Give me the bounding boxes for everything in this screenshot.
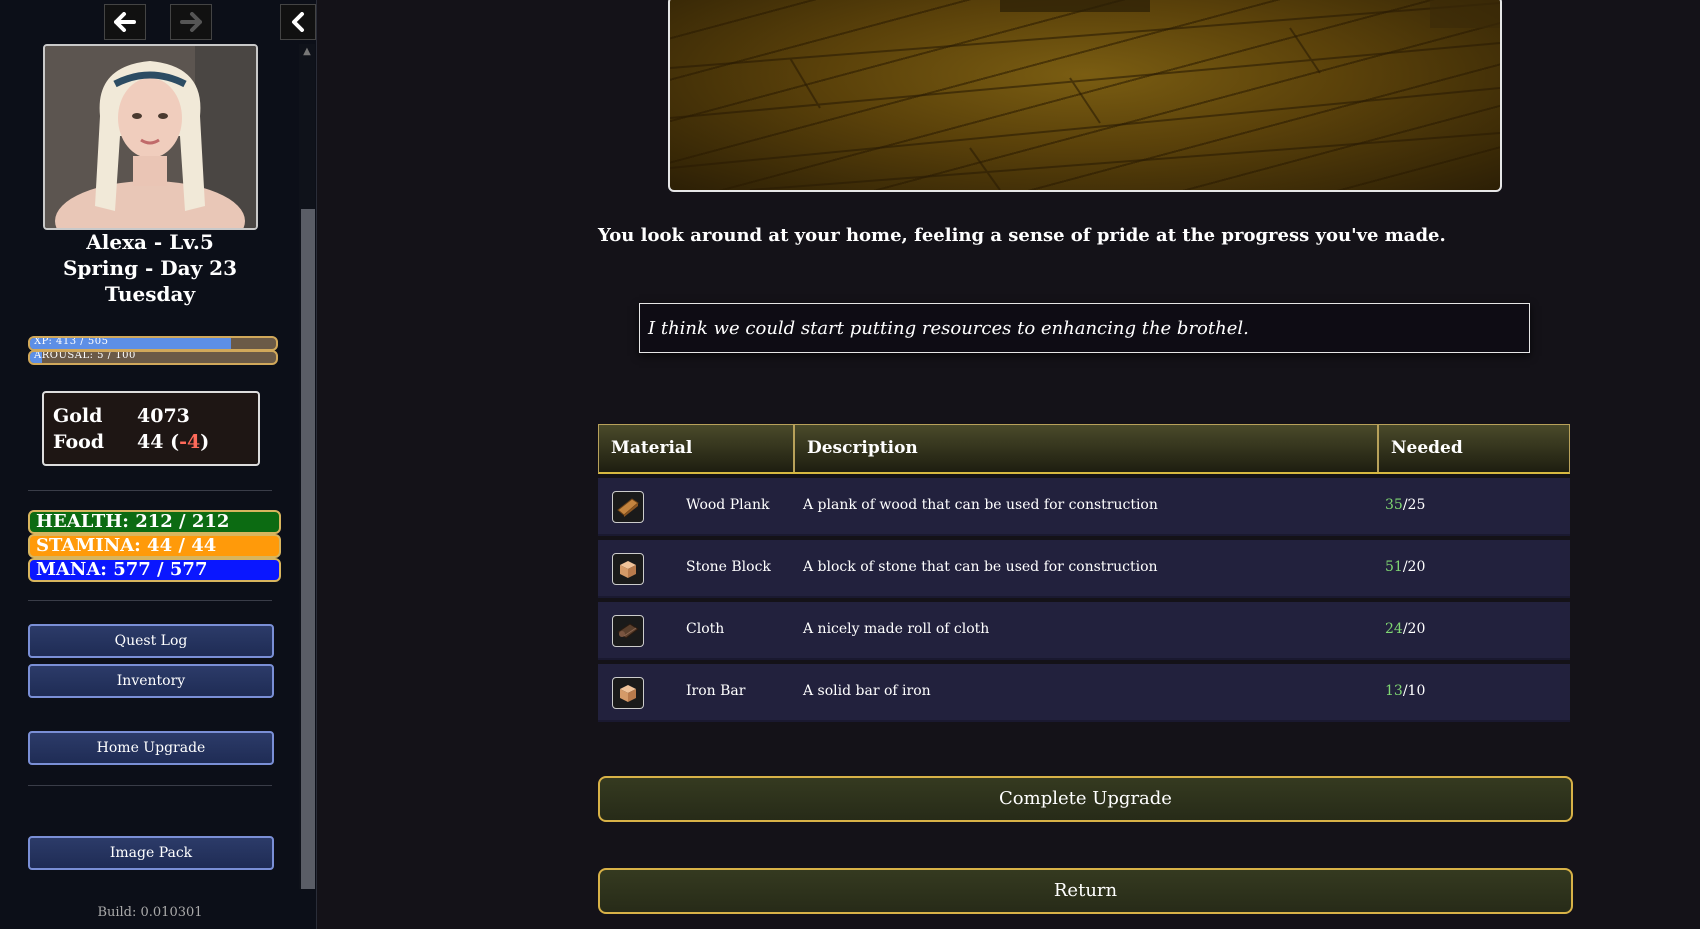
material-description: A block of stone that can be used for co… bbox=[803, 559, 1158, 575]
material-name: Cloth bbox=[686, 621, 725, 637]
stamina-bar: STAMINA: 44 / 44 bbox=[28, 534, 281, 558]
materials-table: Material Description Needed Wood Plank A… bbox=[598, 424, 1570, 722]
table-row: Cloth A nicely made roll of cloth 24/20 bbox=[598, 602, 1570, 660]
material-description: A plank of wood that can be used for con… bbox=[803, 497, 1158, 513]
image-pack-button[interactable]: Image Pack bbox=[28, 836, 274, 870]
iron-bar-icon bbox=[612, 677, 644, 709]
material-description: A solid bar of iron bbox=[803, 683, 931, 699]
back-button[interactable] bbox=[104, 4, 146, 40]
material-name: Iron Bar bbox=[686, 683, 746, 699]
return-button[interactable]: Return bbox=[598, 868, 1573, 914]
material-have: 35 bbox=[1385, 497, 1403, 513]
build-version: Build: 0.010301 bbox=[97, 905, 203, 920]
scroll-up-arrow-icon[interactable]: ▲ bbox=[299, 44, 315, 60]
material-need: /10 bbox=[1402, 683, 1426, 699]
material-have: 24 bbox=[1385, 621, 1403, 637]
gold-label: Gold bbox=[53, 405, 103, 427]
inventory-button[interactable]: Inventory bbox=[28, 664, 274, 698]
cloth-icon bbox=[612, 615, 644, 647]
divider bbox=[28, 785, 272, 786]
complete-upgrade-button[interactable]: Complete Upgrade bbox=[598, 776, 1573, 822]
arousal-bar: AROUSAL: 5 / 100 bbox=[28, 350, 278, 365]
health-bar: HEALTH: 212 / 212 bbox=[28, 510, 281, 534]
scrollbar-thumb[interactable] bbox=[301, 209, 315, 889]
divider bbox=[28, 490, 272, 491]
stone-block-icon bbox=[612, 553, 644, 585]
food-label: Food bbox=[53, 431, 105, 453]
home-upgrade-button[interactable]: Home Upgrade bbox=[28, 731, 274, 765]
material-need: /20 bbox=[1402, 621, 1426, 637]
material-need: /25 bbox=[1402, 497, 1426, 513]
divider bbox=[28, 600, 272, 601]
portrait-illustration bbox=[45, 46, 256, 228]
material-have: 13 bbox=[1385, 683, 1403, 699]
table-row: Stone Block A block of stone that can be… bbox=[598, 540, 1570, 598]
scene-image bbox=[668, 0, 1502, 192]
food-paren-close: ) bbox=[200, 431, 210, 453]
xp-bar-label: XP: 413 / 505 bbox=[34, 336, 109, 347]
material-needed: 51/20 bbox=[1385, 559, 1425, 575]
arrow-left-icon bbox=[114, 12, 136, 32]
sidebar-scrollbar[interactable]: ▲ bbox=[299, 44, 315, 889]
material-name: Stone Block bbox=[686, 559, 771, 575]
table-row: Wood Plank A plank of wood that can be u… bbox=[598, 478, 1570, 536]
material-have: 51 bbox=[1385, 559, 1403, 575]
food-delta: -4 bbox=[179, 431, 201, 453]
arousal-bar-label: AROUSAL: 5 / 100 bbox=[34, 350, 136, 361]
header-needed: Needed bbox=[1377, 425, 1571, 472]
gold-row: Gold 4073 bbox=[53, 405, 190, 427]
material-need: /20 bbox=[1402, 559, 1426, 575]
food-paren-open: ( bbox=[170, 431, 180, 453]
table-row: Iron Bar A solid bar of iron 13/10 bbox=[598, 664, 1570, 722]
gold-value: 4073 bbox=[137, 405, 190, 427]
character-name-level: Alexa - Lv.5 bbox=[86, 230, 214, 254]
sidebar: ▲ Alexa - Lv.5 Spring - Day 23 Tuesday X… bbox=[0, 0, 317, 929]
character-portrait bbox=[43, 44, 258, 230]
dialogue-text: I think we could start putting resources… bbox=[648, 318, 1249, 339]
season-day: Spring - Day 23 bbox=[62, 256, 238, 280]
material-description: A nicely made roll of cloth bbox=[803, 621, 990, 637]
narration-text: You look around at your home, feeling a … bbox=[598, 225, 1446, 246]
chevron-left-icon bbox=[292, 12, 304, 32]
food-value: 44 bbox=[137, 431, 164, 453]
quest-log-button[interactable]: Quest Log bbox=[28, 624, 274, 658]
table-header: Material Description Needed bbox=[598, 424, 1570, 474]
material-needed: 13/10 bbox=[1385, 683, 1425, 699]
xp-bar: XP: 413 / 505 bbox=[28, 336, 278, 351]
resource-panel: Gold 4073 Food 44 (-4) bbox=[42, 391, 260, 466]
dialogue-box: I think we could start putting resources… bbox=[639, 303, 1530, 353]
food-row: Food 44 (-4) bbox=[53, 431, 209, 453]
header-description: Description bbox=[793, 425, 1377, 472]
wood-plank-icon bbox=[612, 491, 644, 523]
collapse-sidebar-button[interactable] bbox=[280, 4, 316, 40]
arrow-right-icon bbox=[180, 12, 202, 32]
material-name: Wood Plank bbox=[686, 497, 770, 513]
wooden-floor-illustration bbox=[670, 0, 1500, 190]
header-material: Material bbox=[611, 438, 693, 458]
weekday: Tuesday bbox=[104, 282, 196, 306]
material-needed: 24/20 bbox=[1385, 621, 1425, 637]
forward-button[interactable] bbox=[170, 4, 212, 40]
mana-bar: MANA: 577 / 577 bbox=[28, 558, 281, 582]
food-value-group: 44 (-4) bbox=[137, 431, 209, 453]
material-needed: 35/25 bbox=[1385, 497, 1425, 513]
